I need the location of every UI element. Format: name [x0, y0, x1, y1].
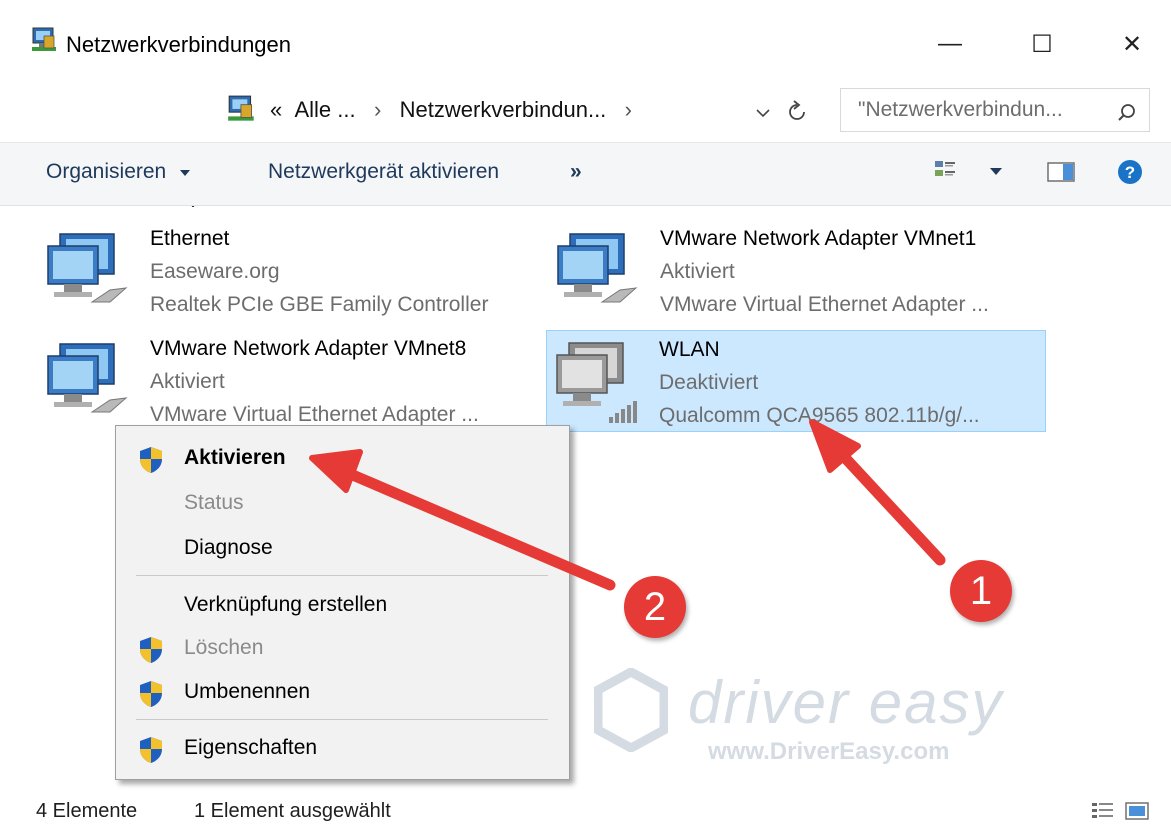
- annotation-arrows: [309, 419, 946, 591]
- arrow-1: [809, 419, 946, 566]
- annotation-badge-1: 1: [950, 560, 1012, 622]
- selection-count: 1 Element ausgewählt: [194, 800, 391, 822]
- status-bar: [0, 790, 1171, 828]
- annotation-badge-2: 2: [624, 576, 686, 638]
- large-icons-view-icon[interactable]: [1124, 800, 1150, 822]
- arrow-2: [309, 449, 616, 591]
- details-view-icon[interactable]: [1090, 800, 1116, 822]
- item-count: 4 Elemente: [36, 800, 138, 822]
